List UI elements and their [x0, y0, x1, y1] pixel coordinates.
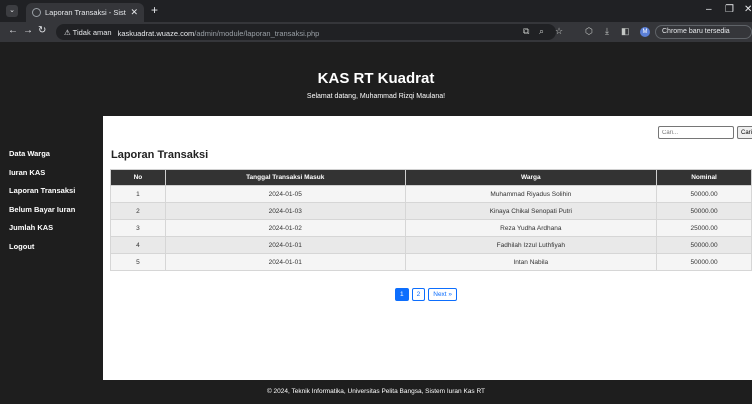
maximize-icon[interactable]: ❐ [725, 4, 734, 15]
back-arrow-icon[interactable]: ← [8, 25, 18, 36]
forward-arrow-icon[interactable]: → [23, 25, 33, 36]
url-host: kaskuadrat.wuaze.com [117, 29, 195, 38]
cell-warga: Muhammad Riyadus Solihin [404, 185, 658, 203]
table-row: 4 2024-01-01 Fadhilah Izzul Luthfiyah 50… [110, 236, 752, 254]
profile-avatar[interactable]: M [640, 27, 650, 37]
cell-tanggal: 2024-01-01 [164, 253, 406, 271]
search-button[interactable]: Cari [737, 126, 752, 139]
table-row: 5 2024-01-01 Intan Nabila 50000.00 [110, 253, 752, 271]
cell-nominal: 50000.00 [656, 236, 752, 254]
chrome-update-button[interactable]: Chrome baru tersedia [655, 25, 752, 39]
sidebar-item-laporan-transaksi[interactable]: Laporan Transaksi [0, 185, 100, 204]
sidebar-item-iuran-kas[interactable]: Iuran KAS [0, 167, 100, 186]
cell-tanggal: 2024-01-05 [164, 185, 406, 203]
zoom-icon[interactable]: ⌕ [539, 26, 544, 37]
close-icon[interactable]: ✕ [130, 7, 138, 18]
browser-tab-bar: ⌄ Laporan Transaksi - Sistem Iura ✕ + – … [0, 0, 752, 22]
page-button-1[interactable]: 1 [395, 288, 409, 301]
reload-icon[interactable]: ↻ [38, 25, 46, 36]
sidebar-item-jumlah-kas[interactable]: Jumlah KAS [0, 222, 100, 241]
cell-warga: Kinaya Chikal Senopati Putri [404, 202, 658, 220]
cell-warga: Intan Nabila [404, 253, 658, 271]
cell-tanggal: 2024-01-03 [164, 202, 406, 220]
sidebar-nav: Data Warga Iuran KAS Laporan Transaksi B… [0, 148, 100, 259]
cell-warga: Reza Yudha Ardhana [404, 219, 658, 237]
not-secure-indicator[interactable]: ⚠ Tidak aman [64, 28, 112, 37]
url-path: /admin/module/laporan_transaksi.php [194, 29, 320, 38]
transaction-table: No Tanggal Transaksi Masuk Warga Nominal… [110, 169, 752, 271]
page-button-2[interactable]: 2 [411, 288, 426, 301]
tab-search-icon[interactable]: ⌄ [6, 5, 18, 17]
site-title: KAS RT Kuadrat [317, 70, 435, 87]
cell-nominal: 25000.00 [656, 219, 752, 237]
search-input[interactable] [658, 126, 734, 139]
column-header-warga: Warga [404, 169, 658, 186]
download-icon[interactable]: ⤓ [605, 26, 609, 37]
table-row: 2 2024-01-03 Kinaya Chikal Senopati Putr… [110, 202, 752, 220]
table-row: 1 2024-01-05 Muhammad Riyadus Solihin 50… [110, 185, 752, 203]
cell-tanggal: 2024-01-01 [164, 236, 406, 254]
side-panel-icon[interactable]: ◧ [621, 26, 630, 37]
site-footer: © 2024, Teknik Informatika, Universitas … [266, 388, 486, 395]
sidebar-item-logout[interactable]: Logout [0, 241, 100, 260]
cell-nominal: 50000.00 [656, 185, 752, 203]
welcome-message: Selamat datang, Muhammad Rizqi Maulana! [306, 93, 446, 100]
new-tab-icon[interactable]: + [151, 3, 158, 17]
translate-icon[interactable]: ⧉ [523, 26, 529, 37]
minimize-icon[interactable]: – [706, 4, 712, 15]
cell-nominal: 50000.00 [656, 202, 752, 220]
window-close-icon[interactable]: ✕ [744, 4, 752, 15]
browser-toolbar: ← → ↻ ⚠ Tidak aman kaskuadrat.wuaze.com/… [0, 22, 752, 42]
cell-tanggal: 2024-01-02 [164, 219, 406, 237]
cell-no: 4 [110, 236, 166, 254]
cell-warga: Fadhilah Izzul Luthfiyah [404, 236, 658, 254]
column-header-nominal: Nominal [656, 169, 752, 186]
cell-no: 5 [110, 253, 166, 271]
not-secure-label: Tidak aman [72, 27, 112, 37]
tab-title: Laporan Transaksi - Sistem Iura [45, 8, 126, 17]
sidebar-item-belum-bayar-iuran[interactable]: Belum Bayar Iuran [0, 204, 100, 223]
globe-icon [32, 8, 41, 17]
sidebar-item-data-warga[interactable]: Data Warga [0, 148, 100, 167]
extensions-icon[interactable]: ⬡ [585, 26, 593, 37]
column-header-tanggal: Tanggal Transaksi Masuk [164, 169, 406, 186]
web-page: KAS RT Kuadrat Selamat datang, Muhammad … [0, 42, 752, 404]
cell-nominal: 50000.00 [656, 253, 752, 271]
cell-no: 1 [110, 185, 166, 203]
table-row: 3 2024-01-02 Reza Yudha Ardhana 25000.00 [110, 219, 752, 237]
bookmark-star-icon[interactable]: ☆ [555, 26, 563, 37]
cell-no: 2 [110, 202, 166, 220]
next-page-button[interactable]: Next » [428, 288, 458, 301]
site-header: KAS RT Kuadrat Selamat datang, Muhammad … [0, 42, 752, 116]
address-bar[interactable]: ⚠ Tidak aman kaskuadrat.wuaze.com/admin/… [56, 24, 556, 40]
main-content: Cari Laporan Transaksi No Tanggal Transa… [103, 116, 752, 380]
column-header-no: No [110, 169, 166, 186]
table-header-row: No Tanggal Transaksi Masuk Warga Nominal [110, 169, 752, 186]
pagination: 1 2 Next » [395, 288, 458, 301]
cell-no: 3 [110, 219, 166, 237]
browser-tab-active[interactable]: Laporan Transaksi - Sistem Iura ✕ [26, 3, 144, 22]
page-title: Laporan Transaksi [111, 149, 209, 161]
